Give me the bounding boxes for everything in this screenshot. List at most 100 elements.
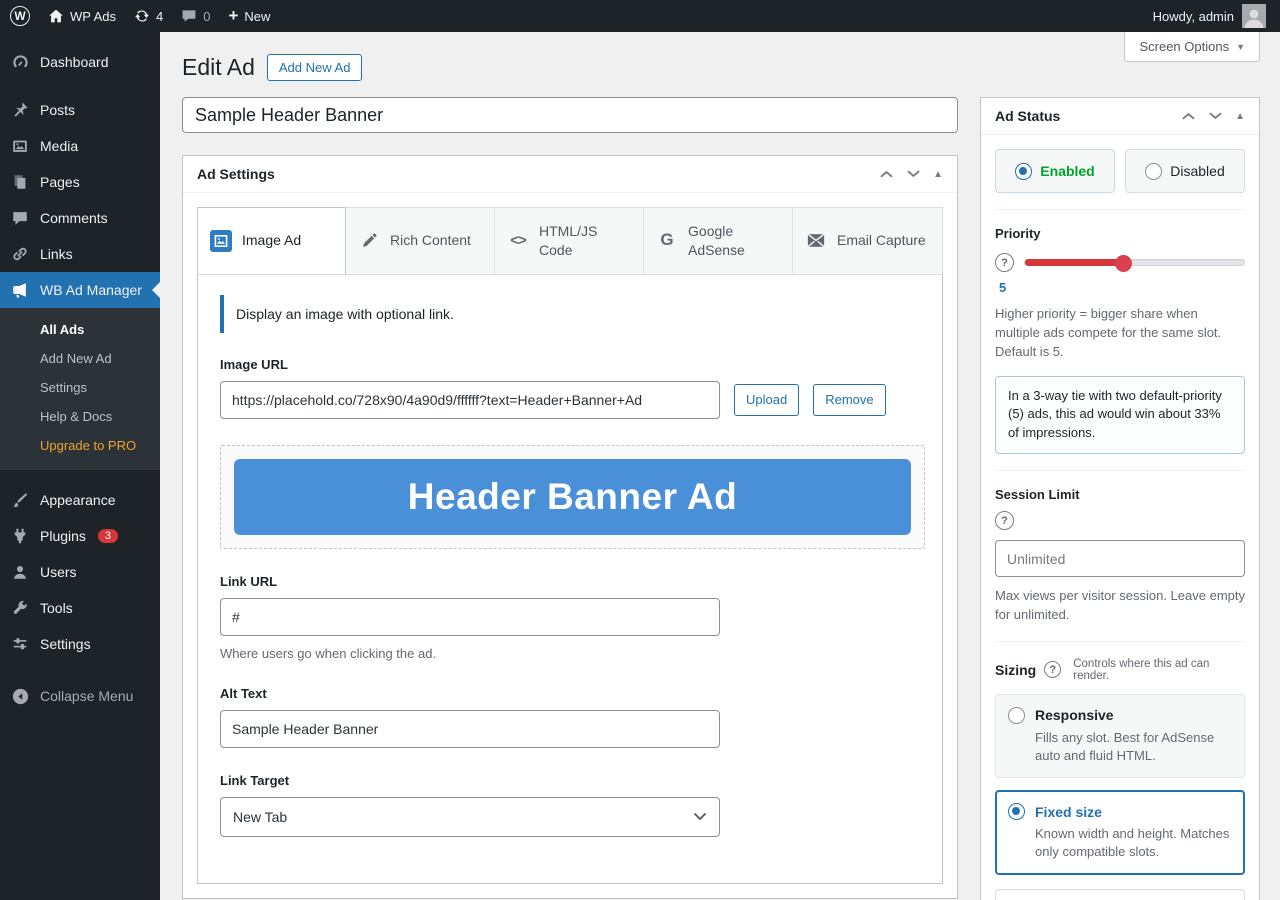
- sidebar-item-users[interactable]: Users: [0, 554, 160, 590]
- upload-button[interactable]: Upload: [734, 384, 799, 416]
- envelope-icon: [805, 230, 827, 252]
- sidebar-item-appearance[interactable]: Appearance: [0, 482, 160, 518]
- triangle-down-icon: ▼: [1236, 42, 1245, 52]
- updates-link[interactable]: 4: [134, 8, 163, 24]
- image-ad-icon: [210, 230, 232, 252]
- comments-count: 0: [203, 9, 210, 24]
- move-up-icon[interactable]: [879, 169, 894, 179]
- link-target-field: Link Target New Tab: [220, 773, 920, 837]
- format-card: Format Auto-detect from image: [995, 889, 1245, 900]
- session-limit-help-text: Max views per visitor session. Leave emp…: [995, 587, 1245, 625]
- submenu-item-all-ads[interactable]: All Ads: [0, 315, 160, 344]
- sizing-label: Sizing: [995, 662, 1036, 678]
- sidebar-item-label: Posts: [40, 102, 75, 118]
- updates-icon: [134, 8, 150, 24]
- sidebar-item-label: Links: [40, 246, 73, 262]
- link-target-label: Link Target: [220, 773, 920, 788]
- disabled-label: Disabled: [1170, 163, 1224, 179]
- tab-email-capture[interactable]: Email Capture: [793, 208, 942, 274]
- new-content-link[interactable]: + New: [228, 9, 270, 24]
- ad-preview-box: Header Banner Ad: [220, 445, 925, 549]
- sidebar-item-label: Dashboard: [40, 54, 109, 70]
- howdy-account-link[interactable]: Howdy, admin: [1153, 9, 1234, 24]
- settings-icon: [10, 634, 30, 654]
- pencil-icon: [358, 230, 380, 252]
- toggle-panel-icon[interactable]: ▲: [1235, 111, 1245, 122]
- add-new-ad-button[interactable]: Add New Ad: [267, 54, 363, 81]
- sidebar-item-posts[interactable]: Posts: [0, 92, 160, 128]
- submenu-item-settings[interactable]: Settings: [0, 373, 160, 402]
- tab-html-js-code[interactable]: <> HTML/JS Code: [495, 208, 644, 274]
- link-target-select[interactable]: New Tab: [220, 797, 720, 837]
- sizing-help-icon[interactable]: ?: [1044, 661, 1061, 678]
- plus-icon: +: [228, 7, 238, 24]
- sidebar-item-plugins[interactable]: Plugins 3: [0, 518, 160, 554]
- home-icon: [48, 8, 64, 24]
- plugins-update-badge: 3: [98, 529, 118, 543]
- image-url-input[interactable]: [220, 381, 720, 419]
- ad-status-metabox: Ad Status ▲ Enabled: [980, 97, 1260, 900]
- collapse-menu-button[interactable]: Collapse Menu: [0, 678, 160, 714]
- alt-text-input[interactable]: [220, 710, 720, 748]
- submenu-item-add-new-ad[interactable]: Add New Ad: [0, 344, 160, 373]
- priority-slider-thumb[interactable]: [1115, 255, 1132, 272]
- link-url-input[interactable]: [220, 598, 720, 636]
- session-limit-input[interactable]: [995, 540, 1245, 577]
- chevron-down-icon: [693, 812, 707, 821]
- tools-icon: [10, 598, 30, 618]
- screen-options-button[interactable]: Screen Options ▼: [1124, 32, 1260, 62]
- banner-preview-image: Header Banner Ad: [234, 459, 911, 535]
- priority-value: 5: [999, 280, 1245, 295]
- image-url-field: Image URL Upload Remove: [220, 357, 920, 419]
- tab-label: HTML/JS Code: [539, 222, 631, 260]
- tab-label: Image Ad: [242, 231, 301, 250]
- tab-image-ad[interactable]: Image Ad: [197, 207, 346, 274]
- tab-label: Google AdSense: [688, 222, 780, 260]
- sidebar-item-media[interactable]: Media: [0, 128, 160, 164]
- pages-icon: [10, 172, 30, 192]
- sidebar-item-comments[interactable]: Comments: [0, 200, 160, 236]
- media-icon: [10, 136, 30, 156]
- submenu-item-upgrade-pro[interactable]: Upgrade to PRO: [0, 431, 160, 460]
- sidebar-item-label: Plugins: [40, 528, 86, 544]
- links-icon: [10, 244, 30, 264]
- comments-link[interactable]: 0: [181, 8, 210, 24]
- sidebar-item-label: Tools: [40, 600, 73, 616]
- move-up-icon[interactable]: [1181, 111, 1196, 121]
- link-url-help: Where users go when clicking the ad.: [220, 646, 920, 661]
- enabled-button[interactable]: Enabled: [995, 149, 1115, 193]
- priority-slider[interactable]: [1024, 259, 1245, 266]
- sidebar-item-pages[interactable]: Pages: [0, 164, 160, 200]
- priority-help-icon[interactable]: ?: [995, 253, 1014, 272]
- sidebar-item-dashboard[interactable]: Dashboard: [0, 44, 160, 80]
- tab-label: Rich Content: [390, 231, 471, 250]
- ad-settings-metabox: Ad Settings ▲: [182, 155, 958, 899]
- sizing-option-fixed[interactable]: Fixed size Known width and height. Match…: [995, 790, 1245, 874]
- link-url-label: Link URL: [220, 574, 920, 589]
- sidebar-item-settings[interactable]: Settings: [0, 626, 160, 662]
- submenu-item-help-docs[interactable]: Help & Docs: [0, 402, 160, 431]
- remove-button[interactable]: Remove: [813, 384, 885, 416]
- sidebar-item-tools[interactable]: Tools: [0, 590, 160, 626]
- tab-rich-content[interactable]: Rich Content: [346, 208, 495, 274]
- posts-icon: [10, 100, 30, 120]
- ad-title-input[interactable]: [182, 97, 958, 133]
- sizing-option-responsive[interactable]: Responsive Fills any slot. Best for AdSe…: [995, 694, 1245, 778]
- enabled-radio: [1015, 163, 1032, 180]
- toggle-panel-icon[interactable]: ▲: [933, 169, 943, 180]
- image-ad-panel: Display an image with optional link. Ima…: [197, 274, 943, 884]
- move-down-icon[interactable]: [1208, 111, 1223, 121]
- move-down-icon[interactable]: [906, 169, 921, 179]
- tab-google-adsense[interactable]: G Google AdSense: [644, 208, 793, 274]
- link-target-value: New Tab: [233, 809, 287, 825]
- session-limit-label: Session Limit: [995, 487, 1245, 502]
- sidebar-item-links[interactable]: Links: [0, 236, 160, 272]
- responsive-desc: Fills any slot. Best for AdSense auto an…: [1035, 729, 1232, 765]
- avatar[interactable]: [1242, 4, 1266, 28]
- wordpress-logo-icon[interactable]: W: [10, 6, 30, 26]
- site-name-link[interactable]: WP Ads: [48, 8, 116, 24]
- session-limit-help-icon[interactable]: ?: [995, 511, 1014, 530]
- page-title: Edit Ad: [182, 54, 255, 81]
- disabled-button[interactable]: Disabled: [1125, 149, 1245, 193]
- sidebar-item-wb-ad-manager[interactable]: WB Ad Manager: [0, 272, 160, 308]
